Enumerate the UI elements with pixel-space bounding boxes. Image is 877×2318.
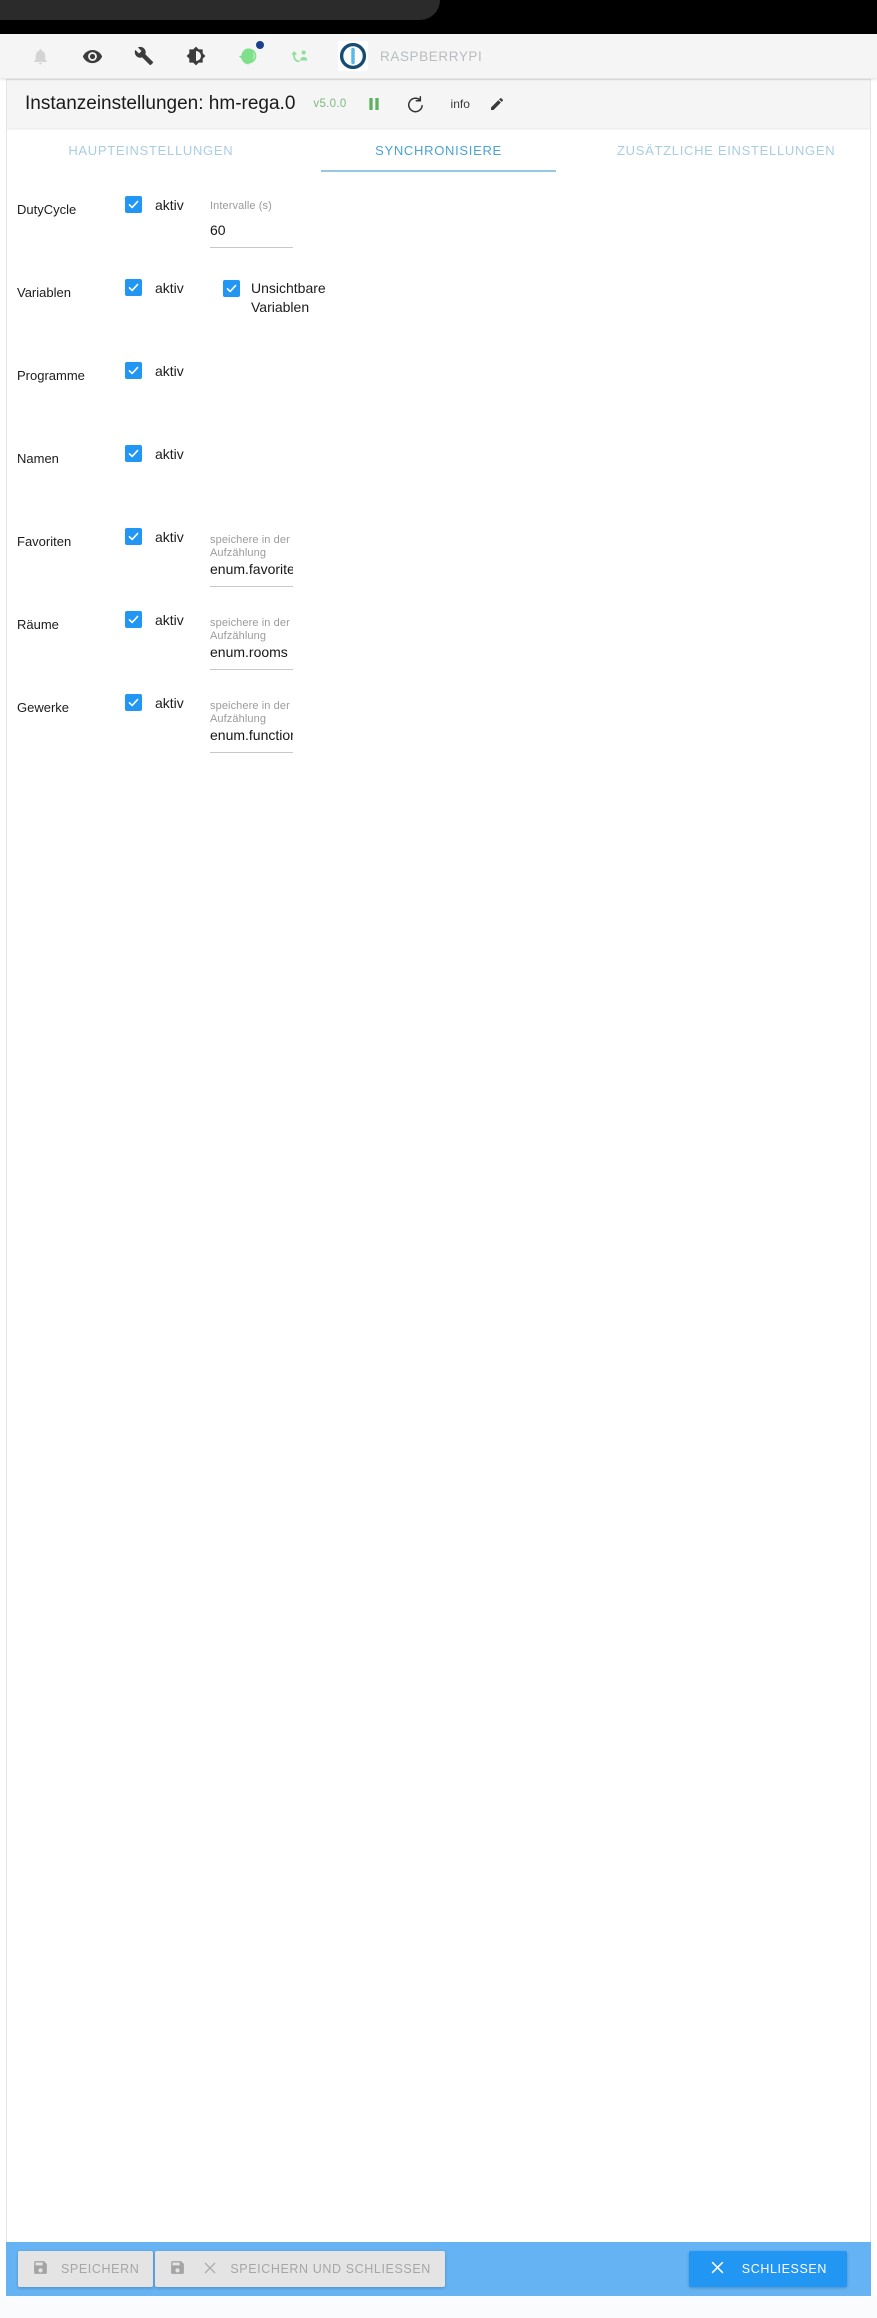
checkbox-checked-icon [125, 528, 142, 545]
iobroker-logo[interactable] [338, 41, 368, 71]
form-row-namen: Namen aktiv [7, 427, 870, 510]
dutycycle-active-checkbox[interactable]: aktiv [125, 196, 184, 213]
checkbox-label: aktiv [155, 445, 184, 462]
unsichtbare-variablen-checkbox[interactable]: Unsichtbare Variablen [223, 279, 326, 317]
save-icon [169, 2259, 186, 2279]
bell-icon[interactable] [22, 38, 58, 74]
row-label: Variablen [17, 285, 71, 300]
page-footer [0, 2296, 877, 2318]
close-icon [202, 2260, 218, 2279]
field-label: speichere in der Aufzählung [210, 617, 290, 642]
host-name: RASPBERRYPI [380, 48, 483, 64]
checkbox-label: aktiv [155, 362, 184, 379]
form-row-dutycycle: DutyCycle aktiv Intervalle (s) 60 [7, 178, 870, 261]
save-and-close-button[interactable]: SPEICHERN UND SCHLIESSEN [155, 2251, 445, 2287]
form-row-raeume: Räume aktiv speichere in der Aufzählung … [7, 593, 870, 676]
form-row-gewerke: Gewerke aktiv speichere in der Aufzählun… [7, 676, 870, 759]
field-label: Intervalle (s) [210, 200, 272, 212]
checkbox-checked-icon [125, 279, 142, 296]
tab-zusaetzliche-einstellungen[interactable]: ZUSÄTZLICHE EINSTELLUNGEN [582, 128, 870, 172]
row-label: DutyCycle [17, 202, 77, 217]
tab-synchronisiere[interactable]: SYNCHRONISIERE [295, 128, 583, 172]
checkbox-checked-icon [125, 694, 142, 711]
save-button[interactable]: SPEICHERN [18, 2251, 154, 2287]
save-icon [32, 2259, 49, 2279]
instance-settings-card: Instanzeinstellungen: hm-rega.0 v5.0.0 i… [6, 79, 871, 2312]
interval-input[interactable]: 60 [210, 222, 293, 248]
wrench-icon[interactable] [126, 38, 162, 74]
sync-icon[interactable] [282, 38, 318, 74]
form-row-variablen: Variablen aktiv Unsichtbare Variablen [7, 261, 870, 344]
row-label: Räume [17, 617, 59, 632]
checkbox-label: aktiv [155, 694, 184, 711]
pause-icon[interactable] [359, 89, 389, 119]
raeume-enum-field: speichere in der Aufzählung enum.rooms [210, 617, 293, 670]
namen-active-checkbox[interactable]: aktiv [125, 445, 184, 462]
pencil-icon[interactable] [482, 89, 512, 119]
browser-chrome-strip [0, 0, 877, 34]
favoriten-enum-input[interactable]: enum.favorites [210, 561, 293, 587]
close-button[interactable]: SCHLIESSEN [688, 2251, 847, 2287]
sync-settings-form: DutyCycle aktiv Intervalle (s) 60 Variab… [7, 172, 870, 2224]
close-icon [709, 2259, 726, 2279]
tab-label: SYNCHRONISIERE [375, 142, 502, 158]
settings-header: Instanzeinstellungen: hm-rega.0 v5.0.0 i… [7, 80, 870, 128]
raeume-enum-input[interactable]: enum.rooms [210, 644, 293, 670]
gewerke-active-checkbox[interactable]: aktiv [125, 694, 184, 711]
brightness-icon[interactable] [178, 38, 214, 74]
settings-tabs: HAUPTEINSTELLUNGEN SYNCHRONISIERE ZUSÄTZ… [7, 128, 870, 172]
row-label: Namen [17, 451, 59, 466]
refresh-icon[interactable] [401, 89, 431, 119]
checkbox-label: aktiv [155, 279, 184, 296]
checkbox-checked-icon [125, 362, 142, 379]
programme-active-checkbox[interactable]: aktiv [125, 362, 184, 379]
gewerke-enum-field: speichere in der Aufzählung enum.functio… [210, 700, 293, 753]
checkbox-label: aktiv [155, 528, 184, 545]
field-label: speichere in der Aufzählung [210, 534, 290, 559]
checkbox-checked-icon [125, 445, 142, 462]
form-row-programme: Programme aktiv [7, 344, 870, 427]
checkbox-checked-icon [125, 611, 142, 628]
close-button-label: SCHLIESSEN [741, 2262, 827, 2276]
eye-icon[interactable] [74, 38, 110, 74]
checkbox-label: aktiv [155, 611, 184, 628]
checkbox-label: aktiv [155, 196, 184, 213]
tab-label: HAUPTEINSTELLUNGEN [68, 142, 234, 158]
head-icon[interactable] [230, 38, 266, 74]
variablen-active-checkbox[interactable]: aktiv [125, 279, 184, 296]
browser-tab[interactable] [0, 0, 440, 20]
favoriten-enum-field: speichere in der Aufzählung enum.favorit… [210, 534, 293, 587]
row-label: Gewerke [17, 700, 70, 715]
checkbox-checked-icon [223, 280, 240, 297]
row-label: Programme [17, 368, 85, 383]
row-label: Favoriten [17, 534, 72, 549]
save-and-close-button-label: SPEICHERN UND SCHLIESSEN [230, 2262, 431, 2276]
info-button[interactable]: info [451, 97, 470, 111]
notification-badge [256, 41, 264, 49]
app-toolbar: RASPBERRYPI [0, 34, 877, 78]
checkbox-label: Unsichtbare Variablen [251, 280, 326, 315]
interval-field: Intervalle (s) 60 [210, 200, 293, 248]
form-row-favoriten: Favoriten aktiv speichere in der Aufzähl… [7, 510, 870, 593]
checkbox-checked-icon [125, 196, 142, 213]
tab-haupteinstellungen[interactable]: HAUPTEINSTELLUNGEN [7, 128, 295, 172]
gewerke-enum-input[interactable]: enum.functions [210, 727, 293, 753]
raeume-active-checkbox[interactable]: aktiv [125, 611, 184, 628]
tab-label: ZUSÄTZLICHE EINSTELLUNGEN [617, 142, 836, 158]
version-badge: v5.0.0 [313, 98, 347, 110]
action-bar: SPEICHERN SPEICHERN UND SCHLIESSEN SCHLI… [6, 2242, 871, 2296]
save-button-label: SPEICHERN [61, 2262, 140, 2276]
field-label: speichere in der Aufzählung [210, 700, 290, 725]
favoriten-active-checkbox[interactable]: aktiv [125, 528, 184, 545]
page-title: Instanzeinstellungen: hm-rega.0 [25, 93, 296, 114]
